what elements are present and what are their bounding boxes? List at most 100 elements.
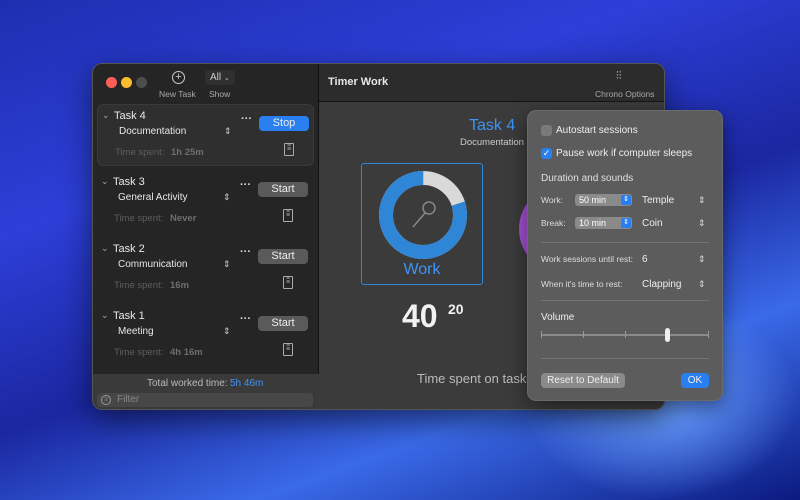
updown-icon: ⇕ [223, 259, 231, 269]
time-spent-label: Time spent: [114, 347, 164, 358]
notes-icon[interactable]: ≡ ≡ [284, 142, 294, 156]
new-task-button[interactable]: + New Task [159, 69, 199, 101]
break-duration-value: 10 min [579, 218, 607, 228]
filter-icon: ≡ [101, 395, 111, 405]
task-item[interactable]: ⌄ Task 1 Meeting ⇕ ··· Start Time spent:… [97, 305, 314, 367]
updown-icon: ⇕ [621, 195, 631, 205]
disclosure-chevron-icon[interactable]: ⌄ [101, 176, 109, 187]
task-category-select[interactable]: Meeting [118, 326, 154, 337]
task-title: Task 1 [113, 310, 145, 322]
updown-icon: ⇕ [698, 195, 706, 205]
updown-icon: ⇕ [224, 126, 232, 136]
show-label: Show [209, 89, 231, 99]
task-item[interactable]: ⌄ Task 4 Documentation ⇕ ··· Stop Time s… [97, 104, 314, 166]
break-sound-select[interactable]: Coin [642, 218, 663, 229]
show-filter-dropdown[interactable]: All ⌄ [205, 70, 235, 85]
rest-sound-label: When it's time to rest: [541, 279, 623, 289]
more-options-icon[interactable]: ··· [240, 313, 251, 325]
window-title: Timer Work [328, 76, 389, 88]
notes-icon[interactable]: ≡ ≡ [283, 342, 293, 356]
autostart-checkbox[interactable] [541, 125, 552, 136]
time-spent-value: 4h 16m [170, 347, 203, 358]
timer-seconds: 20 [448, 301, 464, 317]
task-start-button[interactable]: Start [258, 316, 308, 331]
chrono-options-label: Chrono Options [595, 89, 655, 99]
chrono-options-button[interactable]: ⫶⫶ Chrono Options [589, 70, 659, 100]
work-mode-card[interactable]: Work [361, 163, 483, 285]
task-item[interactable]: ⌄ Task 3 General Activity ⇕ ··· Start Ti… [97, 171, 314, 233]
sidebar-footer: Total worked time: 5h 46m ≡ Filter [93, 374, 319, 409]
work-duration-label: Work: [541, 195, 564, 205]
task-category-select[interactable]: Documentation [119, 126, 186, 137]
rest-sound-select[interactable]: Clapping [642, 279, 681, 290]
volume-label: Volume [541, 312, 575, 323]
updown-icon: ⇕ [621, 218, 631, 228]
time-spent-label: Time spent: [115, 147, 165, 158]
volume-slider[interactable] [541, 328, 709, 342]
task-start-button[interactable]: Start [258, 182, 308, 197]
work-sound-select[interactable]: Temple [642, 195, 674, 206]
slider-thumb[interactable] [664, 328, 670, 342]
work-duration-value: 50 min [579, 195, 607, 205]
filter-placeholder: Filter [117, 394, 140, 405]
minimize-window-button[interactable] [121, 77, 132, 88]
duration-section-title: Duration and sounds [541, 173, 634, 184]
filter-input[interactable]: ≡ Filter [97, 393, 313, 407]
task-start-button[interactable]: Start [258, 249, 308, 264]
more-options-icon[interactable]: ··· [240, 246, 251, 258]
task-title: Task 2 [113, 243, 145, 255]
slider-tick [708, 331, 709, 338]
sessions-label: Work sessions until rest: [541, 254, 633, 264]
slider-tick [541, 331, 542, 338]
sidebar: + New Task All ⌄ Show ⌄ Task 4 Documenta… [93, 64, 319, 409]
more-options-icon[interactable]: ··· [240, 179, 251, 191]
wrench-icon [412, 201, 436, 228]
task-category-select[interactable]: General Activity [118, 192, 187, 203]
divider [541, 300, 709, 301]
new-task-label: New Task [159, 89, 196, 99]
work-duration-select[interactable]: 50 min ⇕ [575, 194, 632, 206]
disclosure-chevron-icon[interactable]: ⌄ [101, 310, 109, 321]
time-spent-value: Never [170, 213, 197, 224]
slider-tick [625, 331, 626, 338]
more-options-icon[interactable]: ··· [241, 113, 252, 125]
task-title: Task 4 [114, 110, 146, 122]
divider [541, 358, 709, 359]
task-stop-button[interactable]: Stop [259, 116, 309, 131]
divider [541, 242, 709, 243]
zoom-window-button[interactable] [136, 77, 147, 88]
chevron-down-icon: ⌄ [223, 75, 230, 82]
plus-circle-icon: + [172, 71, 185, 84]
task-category-select[interactable]: Communication [118, 259, 187, 270]
progress-ring [379, 171, 467, 259]
break-duration-select[interactable]: 10 min ⇕ [575, 217, 632, 229]
time-spent-value: 1h 25m [171, 147, 204, 158]
time-spent-label: Time spent: [114, 213, 164, 224]
updown-icon: ⇕ [698, 254, 706, 264]
updown-icon: ⇕ [698, 218, 706, 228]
task-item[interactable]: ⌄ Task 2 Communication ⇕ ··· Start Time … [97, 238, 314, 300]
reset-to-default-button[interactable]: Reset to Default [541, 373, 625, 388]
notes-icon[interactable]: ≡ ≡ [283, 275, 293, 289]
updown-icon: ⇕ [698, 279, 706, 289]
show-value: All [210, 72, 222, 83]
main-titlebar: Timer Work ⫶⫶ Chrono Options [319, 64, 664, 102]
total-worked-label: Total worked time: [147, 378, 228, 389]
time-spent-on-task-label: Time spent on task: [417, 371, 530, 386]
time-spent-label: Time spent: [114, 280, 164, 291]
mode-label: Work [403, 261, 441, 278]
sliders-icon: ⫶⫶ [616, 70, 622, 82]
timer-minutes: 40 [402, 298, 438, 334]
chrono-options-popover: Autostart sessions ✓ Pause work if compu… [527, 110, 723, 401]
pause-sleep-checkbox[interactable]: ✓ [541, 148, 552, 159]
sessions-select[interactable]: 6 [642, 254, 648, 265]
task-title: Task 3 [113, 176, 145, 188]
current-task-category: Documentation [460, 137, 524, 148]
disclosure-chevron-icon[interactable]: ⌄ [102, 110, 110, 121]
notes-icon[interactable]: ≡ ≡ [283, 208, 293, 222]
close-window-button[interactable] [106, 77, 117, 88]
total-worked-value: 5h 46m [230, 378, 264, 389]
ok-button[interactable]: OK [681, 373, 709, 388]
break-duration-label: Break: [541, 218, 566, 228]
disclosure-chevron-icon[interactable]: ⌄ [101, 243, 109, 254]
